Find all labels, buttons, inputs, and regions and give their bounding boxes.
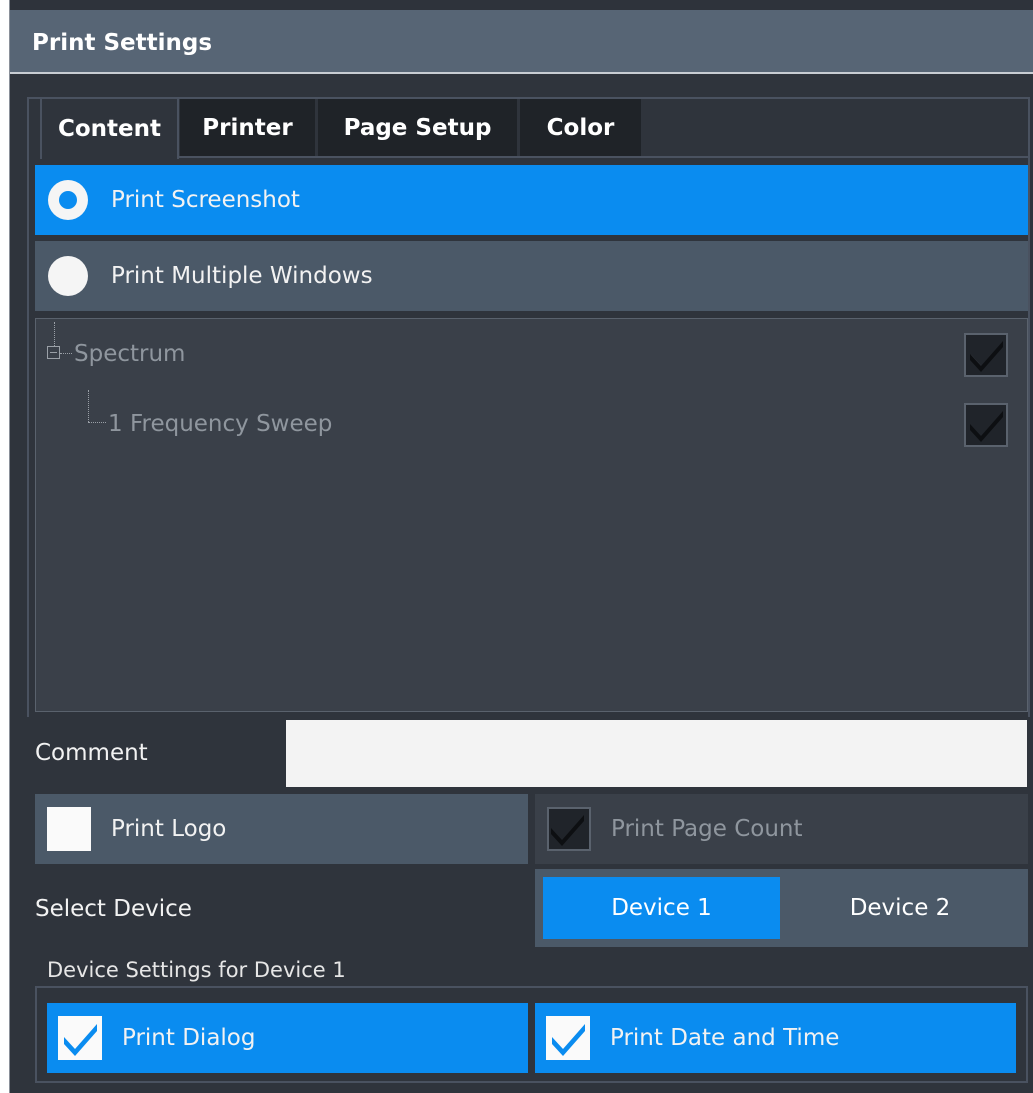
tree-checkbox-frequency-sweep[interactable] bbox=[964, 403, 1008, 447]
tree-connector bbox=[88, 422, 106, 423]
dialog-title-bar[interactable]: Print Settings bbox=[10, 10, 1033, 74]
print-date-time-label: Print Date and Time bbox=[610, 1025, 840, 1051]
checkmark-icon bbox=[64, 1024, 97, 1056]
checkbox-print-page-count[interactable]: Print Page Count bbox=[535, 794, 1028, 864]
checkbox-unchecked-icon bbox=[47, 807, 91, 851]
checkbox-print-date-time[interactable]: Print Date and Time bbox=[535, 1003, 1016, 1073]
radio-selected-icon bbox=[48, 180, 88, 220]
tree-collapse-icon[interactable] bbox=[47, 346, 60, 359]
tree-connector bbox=[88, 390, 89, 422]
checkbox-checked-disabled-icon bbox=[547, 807, 591, 851]
tree-item-spectrum[interactable]: Spectrum bbox=[74, 341, 185, 367]
checkbox-print-dialog[interactable]: Print Dialog bbox=[47, 1003, 528, 1073]
comment-input[interactable] bbox=[286, 720, 1027, 787]
radio-print-screenshot[interactable]: Print Screenshot bbox=[35, 165, 1028, 235]
checkbox-checked-icon bbox=[546, 1016, 590, 1060]
print-dialog-label: Print Dialog bbox=[122, 1025, 256, 1051]
comment-label: Comment bbox=[35, 740, 148, 766]
checkbox-print-logo[interactable]: Print Logo bbox=[35, 794, 528, 864]
tree-connector bbox=[54, 322, 55, 346]
windows-tree bbox=[35, 318, 1028, 712]
device-1-label: Device 1 bbox=[611, 895, 712, 921]
radio-print-screenshot-label: Print Screenshot bbox=[111, 187, 300, 213]
select-device-label: Select Device bbox=[35, 896, 192, 922]
dialog-title: Print Settings bbox=[32, 30, 213, 56]
checkmark-icon bbox=[970, 411, 1003, 442]
device-2-button[interactable]: Device 2 bbox=[780, 877, 1020, 939]
print-logo-label: Print Logo bbox=[111, 816, 227, 842]
checkmark-icon bbox=[552, 1024, 585, 1056]
checkmark-icon bbox=[970, 341, 1003, 372]
tree-connector bbox=[60, 353, 72, 354]
device-settings-group-label: Device Settings for Device 1 bbox=[47, 958, 346, 982]
tree-item-frequency-sweep[interactable]: 1 Frequency Sweep bbox=[108, 411, 332, 437]
radio-print-multiple-windows[interactable]: Print Multiple Windows bbox=[35, 241, 1028, 311]
checkmark-icon bbox=[551, 815, 584, 846]
tree-checkbox-spectrum[interactable] bbox=[964, 333, 1008, 377]
device-toggle-group: Device 1 Device 2 bbox=[535, 869, 1028, 947]
device-1-button[interactable]: Device 1 bbox=[543, 877, 780, 939]
print-page-count-label: Print Page Count bbox=[611, 816, 803, 842]
radio-unselected-icon bbox=[48, 256, 88, 296]
device-2-label: Device 2 bbox=[849, 895, 951, 921]
checkbox-checked-icon bbox=[58, 1016, 102, 1060]
radio-print-multiple-windows-label: Print Multiple Windows bbox=[111, 263, 373, 289]
